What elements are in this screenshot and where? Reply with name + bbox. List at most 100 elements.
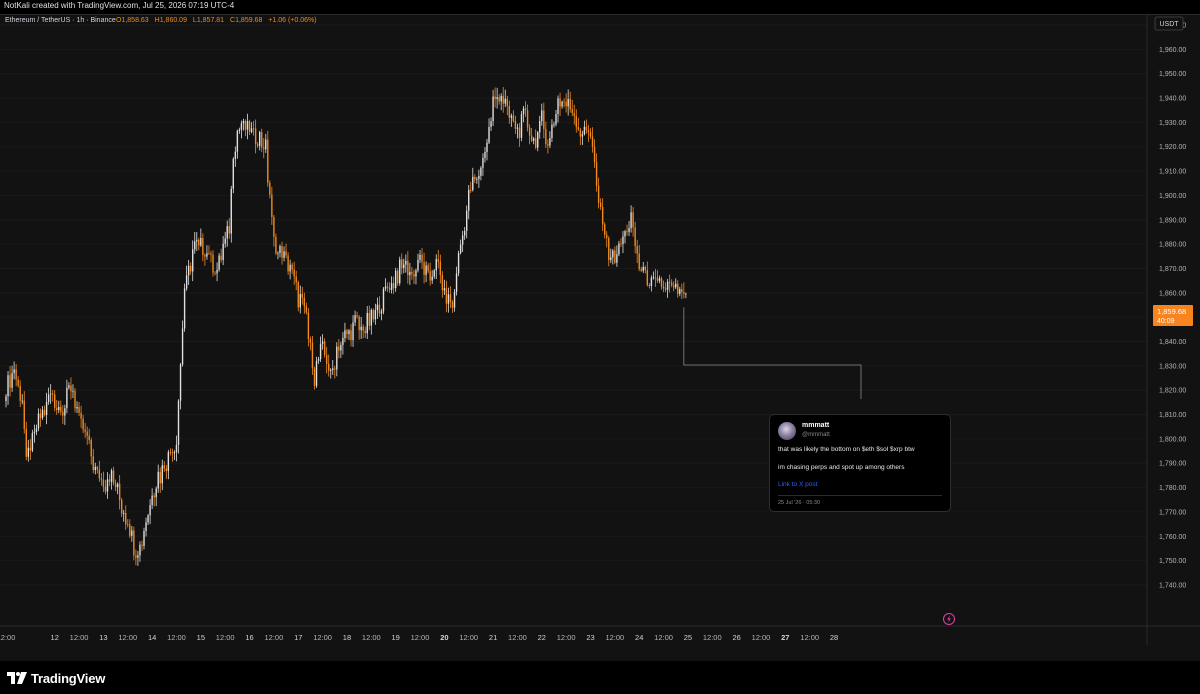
- time-tick-label: 17: [294, 633, 302, 642]
- candle-body: [630, 212, 632, 229]
- legend-ohlc: O1,858.63 H1,860.09 L1,857.81 C1,859.68 …: [116, 17, 317, 24]
- candle-body: [340, 344, 342, 351]
- candle-body: [516, 127, 519, 129]
- candle-body: [520, 114, 523, 138]
- candle-body: [585, 126, 588, 130]
- candle-body: [654, 277, 657, 279]
- candle-body: [299, 293, 301, 308]
- price-chart[interactable]: 1,740.00 1,750.00 1,760.00 1,770.00 1,780.00…: [0, 15, 1200, 661]
- candle-body: [68, 385, 70, 388]
- chart-area[interactable]: 1,740.00 1,750.00 1,760.00 1,770.00 1,780.00…: [0, 15, 1200, 661]
- candle-body: [19, 385, 21, 401]
- candle-body: [9, 375, 11, 388]
- candle-body: [224, 238, 226, 244]
- time-tick-label: 12:00: [654, 633, 673, 642]
- price-tick-label: 1,870.00: [1159, 266, 1186, 273]
- candle-body: [275, 236, 277, 254]
- price-tick-label: 1,810.00: [1159, 412, 1186, 419]
- candle-body: [382, 288, 385, 312]
- candle-body: [394, 270, 397, 289]
- candle-body: [39, 413, 42, 418]
- candle-body: [474, 176, 476, 180]
- candle-body: [86, 431, 88, 436]
- time-tick-label: 12: [51, 633, 59, 642]
- time-tick-label: 21: [489, 633, 497, 642]
- price-tick-label: 1,930.00: [1159, 120, 1186, 127]
- candle-body: [563, 101, 565, 103]
- candle-body: [325, 354, 328, 364]
- candle-body: [449, 294, 452, 302]
- candle-body: [218, 255, 220, 270]
- candle-body: [455, 273, 458, 292]
- candle-body: [289, 264, 291, 272]
- candle-body: [539, 121, 541, 133]
- candle-body: [490, 121, 492, 127]
- candle-body: [125, 513, 127, 525]
- candle-body: [35, 428, 38, 432]
- lightning-icon[interactable]: [943, 613, 955, 625]
- candle-body: [167, 452, 170, 472]
- candle-body: [27, 447, 30, 457]
- candle-body: [98, 469, 101, 479]
- candle-body: [683, 292, 685, 294]
- candle-body: [70, 385, 72, 392]
- candle-body: [427, 265, 429, 272]
- time-tick-label: 12:00: [605, 633, 624, 642]
- bar-countdown: 40:09: [1157, 318, 1175, 325]
- candle-body: [141, 544, 143, 546]
- price-tick-label: 1,800.00: [1159, 436, 1186, 443]
- candle-body: [230, 188, 232, 234]
- candle-body: [374, 310, 377, 320]
- candle-body: [277, 252, 279, 254]
- candle-body: [194, 241, 196, 250]
- candle-body: [228, 226, 230, 234]
- candle-body: [344, 330, 346, 338]
- tradingview-logo[interactable]: TradingView: [7, 670, 105, 686]
- candle-body: [60, 406, 62, 412]
- time-tick-label: 12:00: [752, 633, 771, 642]
- candle-body: [317, 359, 320, 361]
- candle-body: [54, 394, 56, 408]
- price-tick-label: 1,750.00: [1159, 558, 1186, 565]
- candle-body: [210, 253, 212, 255]
- candle-body: [84, 429, 86, 432]
- candle-body: [263, 147, 265, 150]
- candle-body: [47, 394, 50, 402]
- candle-body: [311, 342, 314, 369]
- candle-body: [506, 98, 508, 106]
- tweet-link[interactable]: Link to X post: [778, 481, 817, 488]
- candle-body: [303, 297, 306, 307]
- candle-body: [620, 243, 622, 245]
- tweet-card[interactable]: mmmatt @mmmatt that was likely the botto…: [769, 414, 951, 512]
- legend-low: L1,857.81: [193, 17, 224, 24]
- price-tick-label: 1,820.00: [1159, 388, 1186, 395]
- candle-body: [102, 479, 105, 487]
- candle-body: [305, 306, 308, 313]
- grid: [0, 24, 1147, 586]
- candle-body: [137, 555, 139, 558]
- candle-body: [189, 265, 192, 272]
- price-tick-label: 1,740.00: [1159, 582, 1186, 589]
- candle-body: [309, 339, 312, 343]
- candle-body: [200, 237, 202, 246]
- candle-body: [518, 127, 521, 138]
- candle-body: [352, 322, 354, 341]
- candle-body: [524, 108, 527, 111]
- candle-body: [492, 96, 494, 122]
- candle-body: [143, 530, 145, 546]
- candle-body: [279, 246, 281, 253]
- candle-body: [332, 368, 334, 370]
- candle-body: [100, 478, 103, 480]
- time-tick-label: 24: [635, 633, 643, 642]
- candle-body: [165, 468, 168, 472]
- candle-body: [390, 283, 393, 290]
- time-tick-label: 20: [440, 633, 448, 642]
- candle-body: [82, 418, 84, 430]
- candle-body: [214, 272, 216, 274]
- time-tick-label: 12:00: [411, 633, 430, 642]
- candle-body: [74, 390, 76, 409]
- candle-body: [504, 98, 506, 104]
- candle-body: [636, 246, 638, 254]
- candle-body: [401, 259, 403, 269]
- candle-body: [31, 433, 34, 451]
